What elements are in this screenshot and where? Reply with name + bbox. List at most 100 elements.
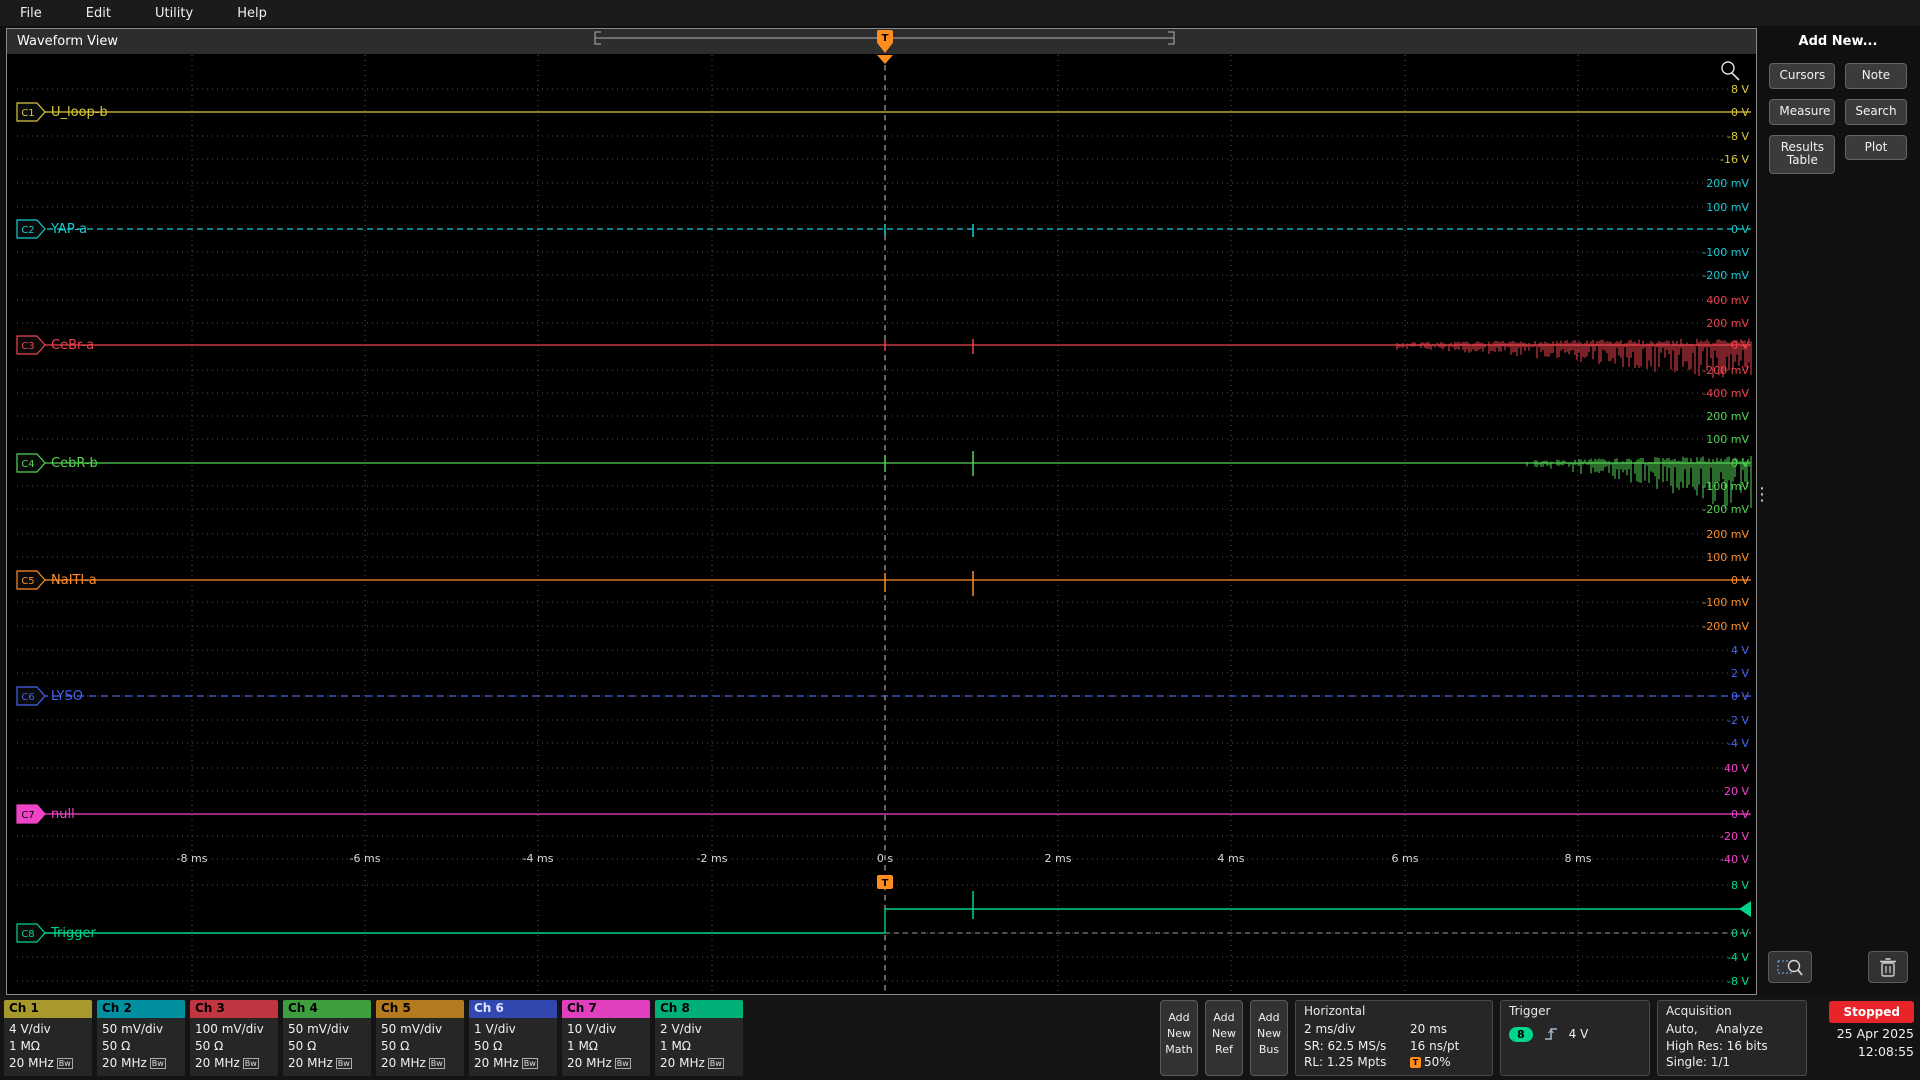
zoom-mode-button[interactable] [1768, 951, 1812, 983]
channel-config-ch1[interactable]: Ch 1 4 V/div 1 MΩ 20 MHz Bw [4, 1000, 92, 1076]
channel-config-ch2[interactable]: Ch 2 50 mV/div 50 Ω 20 MHz Bw [97, 1000, 185, 1076]
channel-label: Ch 7 [562, 1000, 650, 1018]
channel-config-ch4[interactable]: Ch 4 50 mV/div 50 Ω 20 MHz Bw [283, 1000, 371, 1076]
acquisition-mode: Auto, [1666, 1022, 1698, 1036]
scale-label: 100 mV [1706, 201, 1749, 214]
menu-utility[interactable]: Utility [155, 6, 193, 21]
settings-bar: Ch 1 4 V/div 1 MΩ 20 MHz Bw Ch 2 50 mV/di… [0, 996, 1920, 1080]
channel-impedance: 50 Ω [381, 1039, 410, 1054]
scale-label: -40 V [1720, 853, 1749, 866]
channel-config-ch3[interactable]: Ch 3 100 mV/div 50 Ω 20 MHz Bw [190, 1000, 278, 1076]
channel-impedance: 50 Ω [288, 1039, 317, 1054]
channel-config-ch6[interactable]: Ch 6 1 V/div 50 Ω 20 MHz Bw [469, 1000, 557, 1076]
rising-edge-icon [1544, 1028, 1557, 1040]
horizontal-window: 20 ms [1410, 1022, 1448, 1036]
scale-label: -20 V [1720, 830, 1749, 843]
channel-bandwidth: 20 MHz [381, 1056, 426, 1071]
scale-label: -200 mV [1702, 364, 1749, 377]
measure-button[interactable]: Measure [1769, 98, 1836, 125]
svg-text:C7: C7 [21, 810, 34, 821]
scale-label: 200 mV [1706, 317, 1749, 330]
trigger-source-badge: 8 [1509, 1026, 1533, 1042]
channel-impedance: 1 MΩ [9, 1039, 40, 1054]
channel-scale: 100 mV/div [195, 1022, 264, 1036]
add-new-bus-button[interactable]: Add New Bus [1250, 1000, 1288, 1076]
add-new-button-grid: Cursors Note Measure Search Results Tabl… [1762, 63, 1914, 175]
channel-bandwidth: 20 MHz [474, 1056, 519, 1071]
note-button[interactable]: Note [1845, 63, 1907, 89]
add-new-title: Add New... [1798, 34, 1878, 49]
waveform-plot[interactable]: 8 V0 V-8 V-16 V200 mV100 mV0 V-100 mV-20… [7, 55, 1756, 994]
channel-config-ch8[interactable]: Ch 8 2 V/div 1 MΩ 20 MHz Bw [655, 1000, 743, 1076]
sample-rate: SR: 62.5 MS/s [1304, 1038, 1387, 1053]
scale-label: -4 V [1727, 737, 1749, 750]
scale-label: 200 mV [1706, 410, 1749, 423]
svg-text:C6: C6 [21, 692, 34, 703]
horizontal-panel[interactable]: Horizontal 2 ms/div 20 ms SR: 62.5 MS/s … [1295, 1000, 1493, 1076]
plot-button[interactable]: Plot [1845, 134, 1907, 161]
waveform-view-title: Waveform View [17, 34, 118, 49]
svg-text:C1: C1 [21, 108, 34, 119]
search-button[interactable]: Search [1845, 98, 1907, 125]
channel-name-c3: CeBr-a [51, 338, 94, 353]
horizontal-scale: 2 ms/div [1304, 1022, 1356, 1036]
results-table-button[interactable]: Results Table [1769, 134, 1836, 175]
channel-config-ch7[interactable]: Ch 7 10 V/div 1 MΩ 20 MHz Bw [562, 1000, 650, 1076]
channel-bandwidth: 20 MHz [660, 1056, 705, 1071]
bandwidth-limit-badge: Bw [521, 1058, 538, 1070]
acquisition-cluster: Add New Math Add New Ref Add New Bus Hor… [1160, 1000, 1914, 1076]
channel-scale: 50 mV/div [102, 1022, 164, 1036]
waveform-view-panel: Waveform View T 8 V0 V -8 V -16 V 200 mV 100… [6, 28, 1757, 995]
add-new-sidebar: Add New... Cursors Note Measure Search R… [1762, 28, 1914, 995]
channel-scale: 50 mV/div [288, 1022, 350, 1036]
trigger-position-icon: T [1410, 1057, 1421, 1069]
scale-label: 100 mV [1706, 433, 1749, 446]
menu-file[interactable]: File [20, 6, 42, 21]
trash-icon [1880, 958, 1896, 977]
channel-bandwidth: 20 MHz [9, 1056, 54, 1071]
acquisition-panel[interactable]: Acquisition Auto, Analyze High Res: 16 b… [1657, 1000, 1807, 1076]
channel-label: Ch 2 [97, 1000, 185, 1018]
bandwidth-limit-badge: Bw [707, 1058, 724, 1070]
cursors-button[interactable]: Cursors [1769, 63, 1836, 89]
channel-label: Ch 5 [376, 1000, 464, 1018]
menu-help[interactable]: Help [237, 6, 267, 21]
scale-label: 8 V [1731, 83, 1749, 96]
channel-label: Ch 3 [190, 1000, 278, 1018]
scale-label: 2 V [1731, 667, 1749, 680]
acquisition-single: Single: 1/1 [1666, 1055, 1731, 1070]
channel-name-c7: null [51, 807, 75, 822]
channel-label: Ch 4 [283, 1000, 371, 1018]
scale-label: -400 mV [1702, 387, 1749, 400]
acquisition-title: Acquisition [1666, 1004, 1732, 1018]
time-axis-label: -6 ms [350, 852, 381, 865]
trigger-level: 4 V [1568, 1027, 1589, 1041]
scale-label: -100 mV [1702, 246, 1749, 259]
svg-text:C5: C5 [21, 576, 34, 587]
channel-name-c2: YAP-a [50, 222, 87, 237]
channel-impedance: 50 Ω [102, 1039, 131, 1054]
trash-button[interactable] [1868, 951, 1908, 983]
add-new-math-button[interactable]: Add New Math [1160, 1000, 1198, 1076]
scale-label: -200 mV [1702, 269, 1749, 282]
trigger-title: Trigger [1509, 1004, 1551, 1018]
scale-label: 4 V [1731, 644, 1749, 657]
svg-text:C8: C8 [21, 929, 34, 940]
channel-name-c8: Trigger [50, 926, 96, 941]
panel-resize-grip[interactable]: ⋮ [1753, 486, 1771, 504]
record-overview-bar[interactable]: T [7, 29, 1756, 55]
channel-label: Ch 1 [4, 1000, 92, 1018]
acquisition-analyze: Analyze [1715, 1022, 1763, 1036]
time-label: 12:08:55 [1857, 1044, 1914, 1059]
bandwidth-limit-badge: Bw [149, 1058, 166, 1070]
trigger-panel[interactable]: Trigger 8 4 V [1500, 1000, 1650, 1076]
add-new-ref-button[interactable]: Add New Ref [1205, 1000, 1243, 1076]
svg-text:T: T [882, 878, 889, 889]
trigger-overview-flag[interactable]: T [877, 30, 893, 53]
stopped-button[interactable]: Stopped [1829, 1001, 1914, 1023]
scale-label: -4 V [1727, 951, 1749, 964]
channel-config-ch5[interactable]: Ch 5 50 mV/div 50 Ω 20 MHz Bw [376, 1000, 464, 1076]
menu-edit[interactable]: Edit [86, 6, 111, 21]
scale-label: 400 mV [1706, 294, 1749, 307]
scale-label: 200 mV [1706, 528, 1749, 541]
